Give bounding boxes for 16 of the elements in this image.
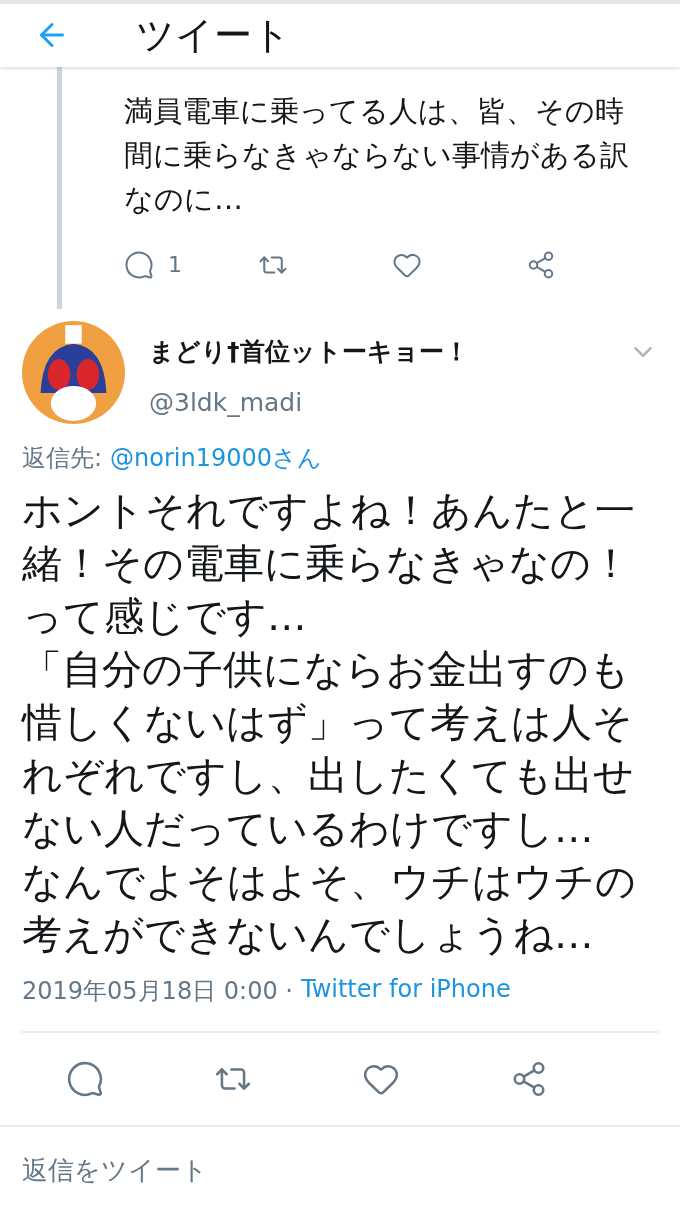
- share-icon: [526, 249, 556, 280]
- reply-to-label: 返信先:: [22, 442, 103, 474]
- reply-icon: [124, 249, 154, 280]
- reply-button[interactable]: 1: [124, 249, 258, 280]
- timestamp: 2019年05月18日 0:00 ·: [22, 975, 293, 1007]
- mention-link[interactable]: @norin19000さん: [110, 441, 323, 474]
- user-handle: @3ldk_madi: [149, 387, 304, 417]
- page-title: ツイート: [136, 11, 291, 59]
- tweet-text: なんでよそはよそ、ウチはウチの考えができないんでしょうね…: [22, 856, 637, 959]
- display-name: まどり†首位ットーキョー！: [149, 335, 470, 368]
- tweet-text: ホントそれですよね！あんたと一緒！その電車に乗らなきゃなの！って感じです…: [22, 485, 636, 641]
- source-link[interactable]: Twitter for iPhone: [300, 974, 511, 1007]
- tweet-text: 「自分の子供にならお金出すのも惜しくないはず」って考えは人それぞれですし、出したくても出せない人だっているわけですし…: [22, 644, 635, 853]
- avatar[interactable]: [22, 320, 125, 424]
- reply-icon: [66, 1059, 104, 1098]
- tweet-text: 満員電車に乗ってる人は、皆、その時間に乗らなきゃならない事情がある訳なのに…: [124, 92, 630, 218]
